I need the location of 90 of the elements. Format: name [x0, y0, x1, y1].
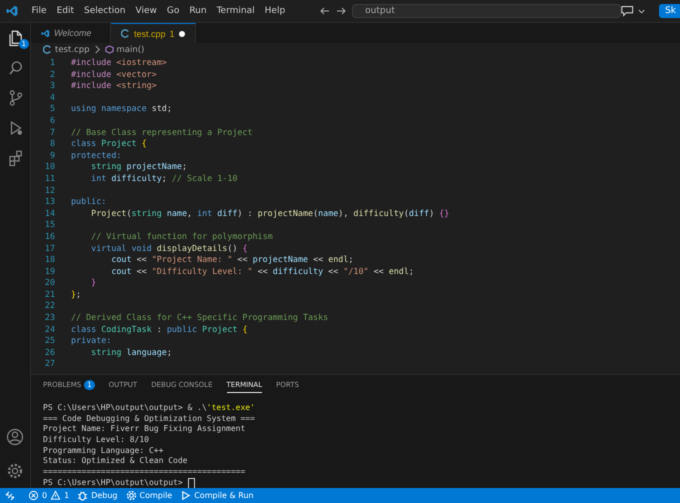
- line-number: 18: [44, 254, 56, 266]
- code-line: #include <iostream>: [71, 57, 167, 69]
- code-line: cout << "Difficulty Level: " << difficulty << "/10" << endl;: [110, 266, 414, 278]
- terminal-line: Status: Optimized & Clean Code: [43, 456, 188, 468]
- code-line: virtual void displayDetails() {: [90, 242, 248, 254]
- line-number: 6: [48, 114, 56, 127]
- line-number: 26: [44, 346, 56, 358]
- c-file-icon: [43, 45, 52, 54]
- line-number: 10: [44, 161, 56, 173]
- line-number: 5: [48, 103, 56, 115]
- line-number: 7: [48, 126, 56, 138]
- code-line: cout << "Project Name: " << projectName << endl;: [110, 254, 354, 266]
- editor-tab[interactable]: test.cpp 1: [111, 23, 196, 43]
- caret-icon[interactable]: [638, 7, 646, 15]
- menu-item[interactable]: File: [26, 4, 52, 18]
- line-number: 25: [44, 335, 56, 347]
- search-field[interactable]: output: [352, 4, 622, 18]
- menu-item[interactable]: Terminal: [212, 4, 260, 18]
- warning-icon: [50, 490, 62, 501]
- menu-item[interactable]: Go: [162, 4, 184, 18]
- line-number: 23: [44, 312, 56, 324]
- code-line: // Base Class representing a Project: [71, 126, 253, 138]
- terminal-line: ==========================================: [43, 467, 246, 478]
- code-line: string language;: [90, 346, 172, 358]
- line-number: 19: [44, 266, 56, 278]
- code-line: class Project {: [71, 138, 147, 150]
- account-icon[interactable]: [6, 428, 24, 446]
- menu-item[interactable]: View: [130, 4, 162, 18]
- line-number: 9: [48, 150, 56, 162]
- menu-item[interactable]: Help: [260, 4, 290, 18]
- line-number: 12: [44, 184, 56, 196]
- cube-icon: [104, 45, 114, 54]
- status-item[interactable]: Compile & Run: [180, 490, 254, 501]
- code-line: #include <vector>: [71, 68, 157, 80]
- problems-status[interactable]: 0 1: [28, 490, 70, 501]
- chat-icon[interactable]: [621, 5, 634, 17]
- code-line: };: [71, 288, 82, 300]
- breadcrumb-item[interactable]: test.cpp: [55, 44, 90, 54]
- line-number: 21: [44, 288, 56, 300]
- line-number: 8: [48, 138, 56, 150]
- code-line: #include <string>: [71, 80, 157, 92]
- bug-icon: [78, 491, 88, 501]
- line-number: 15: [44, 219, 56, 231]
- line-number: 13: [44, 196, 56, 208]
- line-number: 27: [44, 358, 56, 370]
- line-number: 11: [44, 172, 56, 185]
- menu-item[interactable]: Edit: [52, 4, 79, 18]
- terminal-line: Project Name: Fiverr Bug Fixing Assignment: [43, 424, 246, 436]
- line-number: 2: [48, 68, 56, 80]
- terminal-line: PS C:\Users\HP\output\output>: [43, 478, 184, 489]
- forward-arrow-icon[interactable]: [336, 6, 346, 16]
- line-number: 20: [44, 277, 56, 289]
- code-line: Project(string name, int diff) : projectName(name), difficulty(diff) {}: [90, 208, 450, 220]
- chevron-icon: [92, 45, 102, 54]
- gear-icon: [126, 490, 136, 500]
- breadcrumb-item[interactable]: main(): [116, 44, 144, 54]
- terminal-line: Difficulty Level: 8/10: [43, 435, 149, 446]
- line-number: 3: [48, 80, 56, 92]
- menu-item[interactable]: Selection: [79, 4, 130, 18]
- code-line: class CodingTask : public Project {: [71, 324, 248, 336]
- error-icon: [28, 490, 39, 501]
- terminal-line: === Code Debugging & Optimization System ===: [43, 414, 255, 424]
- editor-logo-icon: [6, 4, 18, 18]
- code-line: // Virtual function for polymorphism: [90, 230, 273, 242]
- code-line: private:: [71, 335, 112, 347]
- code-line: protected:: [71, 150, 122, 162]
- status-item[interactable]: Compile: [126, 490, 172, 501]
- menu-item[interactable]: Run: [184, 4, 212, 18]
- editor-logo-icon: [41, 28, 50, 38]
- code-line: string projectName;: [90, 161, 187, 173]
- back-arrow-icon[interactable]: [320, 6, 330, 16]
- code-line: }: [90, 277, 96, 289]
- code-line: int difficulty; // Scale 1-10: [90, 172, 238, 185]
- status-item[interactable]: Debug: [77, 490, 118, 501]
- code-line: using namespace std;: [71, 103, 172, 115]
- line-number: 14: [44, 208, 56, 220]
- line-number: 1: [48, 57, 56, 69]
- account-button[interactable]: Sk: [659, 4, 680, 18]
- c-file-icon: [121, 29, 130, 38]
- terminal-line: Programming Language: C++: [43, 446, 164, 456]
- line-number: 24: [44, 324, 56, 336]
- line-number: 4: [48, 92, 56, 104]
- code-line: public:: [71, 196, 106, 208]
- code-line: // Derived Class for C++ Specific Programming Tasks: [71, 312, 328, 324]
- terminal-line: PS C:\Users\HP\output\output> & .\'test.exe': [43, 403, 255, 414]
- line-number: 16: [44, 230, 56, 242]
- play-icon: [182, 490, 190, 500]
- line-number: 22: [44, 300, 56, 312]
- line-number: 17: [44, 242, 56, 254]
- settings-icon[interactable]: [6, 462, 24, 480]
